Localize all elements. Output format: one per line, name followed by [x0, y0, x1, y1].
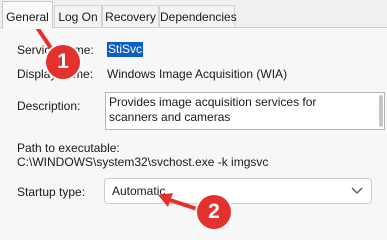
annotation-arrow-2: [158, 193, 202, 212]
annotation-badge-2: 2: [197, 195, 231, 229]
tab-general[interactable]: General: [2, 1, 53, 29]
